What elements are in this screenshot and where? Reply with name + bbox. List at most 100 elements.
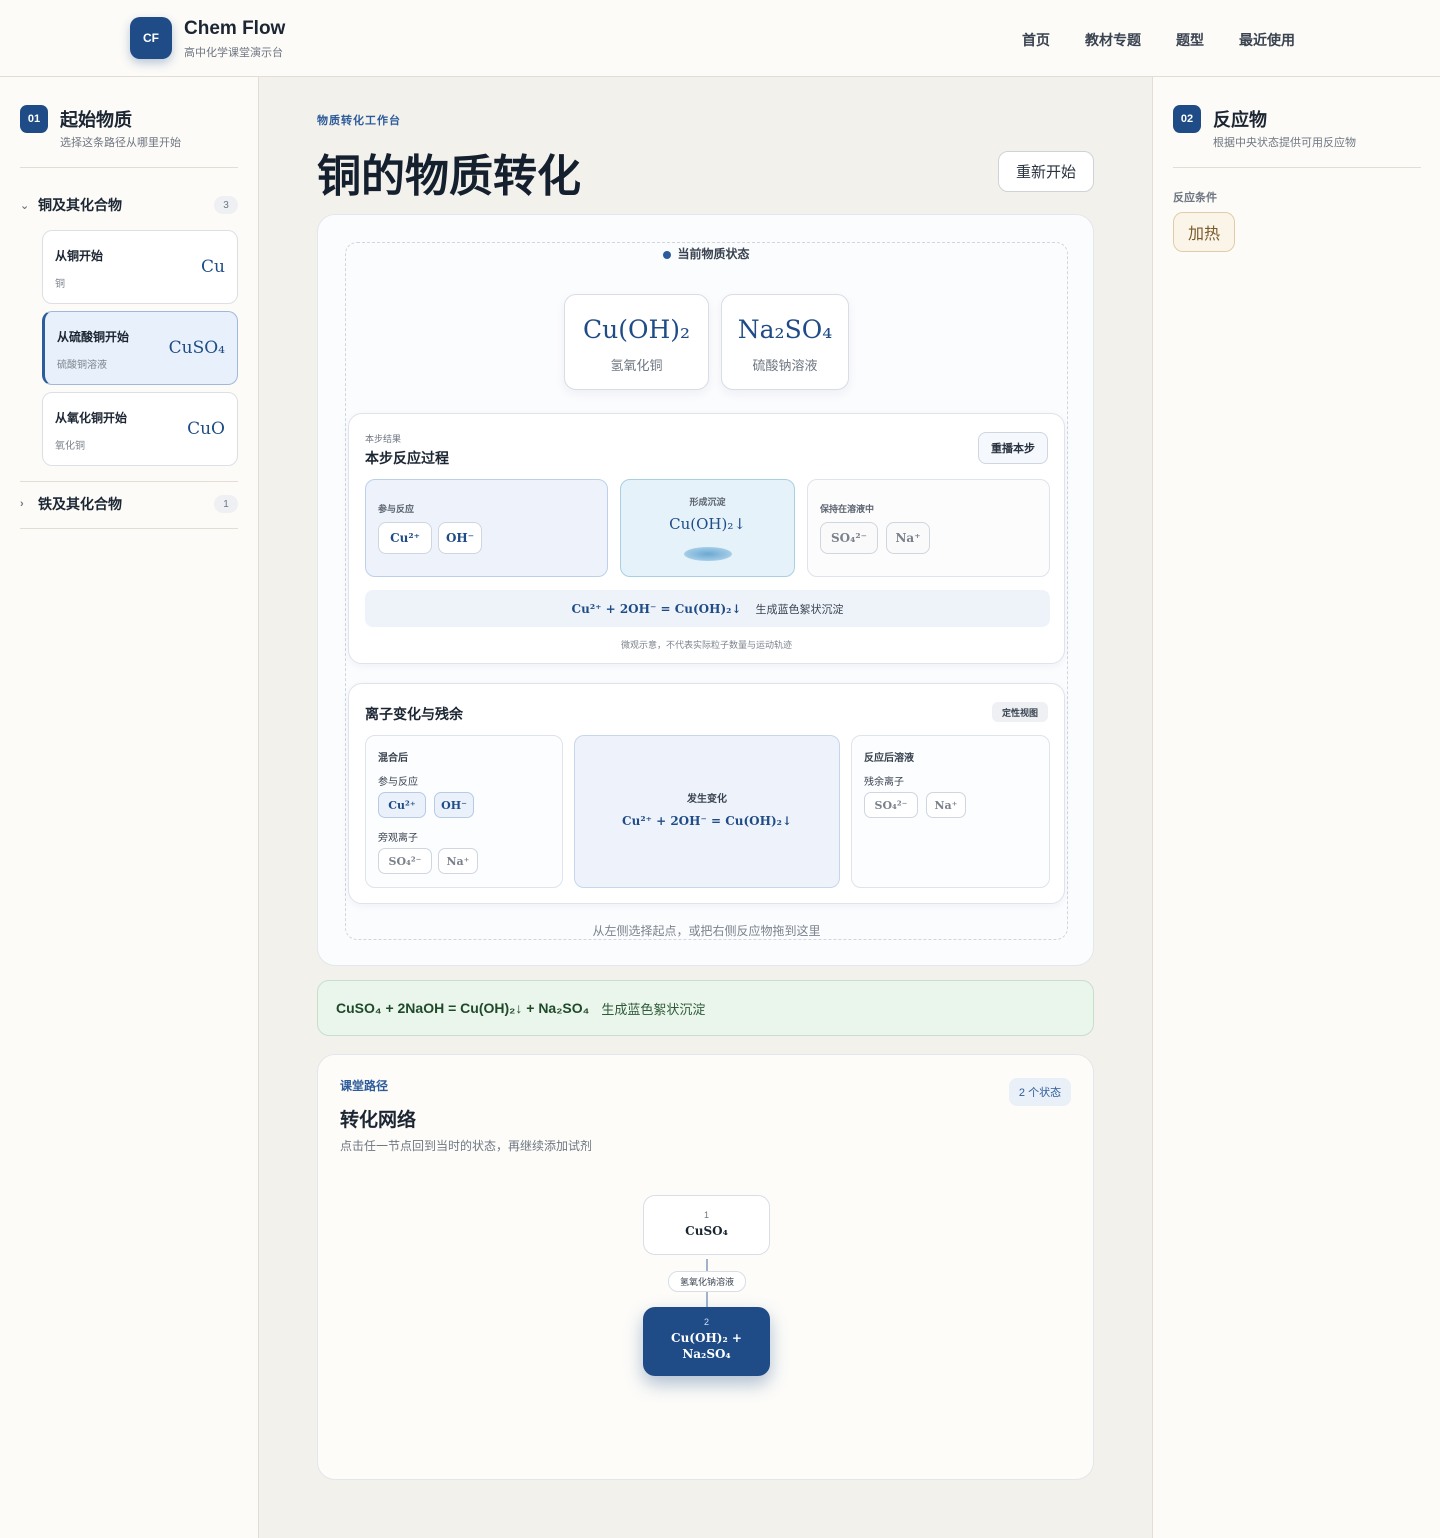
ion-na-plus: Na⁺ xyxy=(926,792,966,818)
current-state-label: 当前物质状态 xyxy=(346,245,1067,262)
divider xyxy=(20,481,238,482)
start-card-cu[interactable]: 从铜开始 铜 Cu xyxy=(42,230,238,304)
starting-material-panel: 01 起始物质 选择这条路径从哪里开始 ⌄ 铜及其化合物 3 从铜开始 铜 Cu… xyxy=(0,77,259,1538)
ionic-equation: Cu²⁺ + 2OH⁻ = Cu(OH)₂↓ xyxy=(571,601,742,616)
step-badge: 01 xyxy=(20,105,48,133)
chevron-right-icon: › xyxy=(20,498,24,510)
ion-change-box: 离子变化与残余 定性视图 混合后 参与反应 Cu²⁺ OH⁻ 旁观离子 SO₄²… xyxy=(348,683,1065,904)
col-label: 反应后溶液 xyxy=(864,753,914,764)
node-formula: Cu(OH)₂ + xyxy=(671,1331,742,1345)
nav-question-types[interactable]: 题型 xyxy=(1176,30,1204,50)
start-card-formula: CuSO₄ xyxy=(168,338,225,358)
start-card-title: 从氧化铜开始 xyxy=(55,411,128,425)
overall-equation-note: 生成蓝色絮状沉淀 xyxy=(601,1001,706,1017)
reaction-process-box: 本步结果 本步反应过程 重播本步 参与反应 Cu²⁺ OH⁻ 形成沉淀 Cu(O… xyxy=(348,413,1065,664)
chevron-down-icon: ⌄ xyxy=(20,199,30,212)
group-copy-compounds[interactable]: ⌄ 铜及其化合物 3 xyxy=(20,195,238,215)
change-equation: Cu²⁺ + 2OH⁻ = Cu(OH)₂↓ xyxy=(622,814,792,828)
remaining-ions-pane: 保持在溶液中 SO₄²⁻ Na⁺ xyxy=(807,479,1050,577)
col-sublabel: 残余离子 xyxy=(864,777,904,788)
micro-note: 微观示意，不代表实际粒子数量与运动轨迹 xyxy=(620,640,792,650)
pane-label: 参与反应 xyxy=(378,504,415,514)
state-label-text: 当前物质状态 xyxy=(677,247,750,261)
edge-label: 氢氧化钠溶液 xyxy=(668,1271,746,1292)
step-badge: 02 xyxy=(1173,105,1201,133)
ion-so4: SO₄²⁻ xyxy=(378,848,432,874)
replay-step-button[interactable]: 重播本步 xyxy=(978,432,1048,464)
node-formula: CuSO₄ xyxy=(685,1224,728,1238)
app-logo[interactable]: CF xyxy=(130,17,172,59)
change-column: 发生变化 Cu²⁺ + 2OH⁻ = Cu(OH)₂↓ xyxy=(574,735,840,888)
start-card-cuso4[interactable]: 从硫酸铜开始 硫酸铜溶液 CuSO₄ xyxy=(42,311,238,385)
nav-home[interactable]: 首页 xyxy=(1022,30,1050,50)
panel-title: 起始物质 xyxy=(60,110,132,130)
mixed-column: 混合后 参与反应 Cu²⁺ OH⁻ 旁观离子 SO₄²⁻ Na⁺ xyxy=(365,735,563,888)
start-card-title: 从铜开始 xyxy=(55,249,104,263)
app-name: Chem Flow xyxy=(184,18,286,39)
ion-so4: SO₄²⁻ xyxy=(820,522,878,554)
substance-name: 氢氧化铜 xyxy=(610,358,663,373)
panel-title: 反应物 xyxy=(1213,110,1267,130)
process-title: 本步反应过程 xyxy=(365,450,449,466)
state-dot-icon xyxy=(663,250,672,259)
node-number: 2 xyxy=(703,1317,709,1327)
precipitate-pane: 形成沉淀 Cu(OH)₂↓ xyxy=(620,479,795,577)
col-sublabel: 参与反应 xyxy=(378,777,418,788)
network-node-1[interactable]: 1 CuSO₄ xyxy=(643,1195,770,1255)
start-card-sub: 硫酸铜溶液 xyxy=(57,360,107,371)
start-card-title: 从硫酸铜开始 xyxy=(57,330,130,344)
divider xyxy=(20,167,238,168)
network-kicker: 课堂路径 xyxy=(340,1079,389,1093)
workbench-kicker: 物质转化工作台 xyxy=(317,115,401,127)
start-card-formula: Cu xyxy=(201,257,225,277)
condition-label: 反应条件 xyxy=(1173,192,1217,204)
divider xyxy=(20,528,238,529)
substance-formula: Na₂SO₄ xyxy=(737,315,833,344)
pane-label: 形成沉淀 xyxy=(689,497,726,507)
ion-oh-minus: OH⁻ xyxy=(438,522,482,554)
group-iron-compounds[interactable]: › 铁及其化合物 1 xyxy=(20,494,238,514)
ion-oh-minus: OH⁻ xyxy=(434,792,474,818)
divider xyxy=(1173,167,1421,168)
col-label: 发生变化 xyxy=(687,794,727,805)
precipitate-formula: Cu(OH)₂↓ xyxy=(669,515,746,533)
substance-formula: Cu(OH)₂ xyxy=(582,315,691,344)
network-edge xyxy=(706,1292,708,1307)
ion-cu2plus: Cu²⁺ xyxy=(378,522,432,554)
group-count-badge: 1 xyxy=(214,495,238,513)
start-card-sub: 氧化铜 xyxy=(55,441,85,452)
after-column: 反应后溶液 残余离子 SO₄²⁻ Na⁺ xyxy=(851,735,1050,888)
group-label: 铁及其化合物 xyxy=(38,496,122,512)
restart-button[interactable]: 重新开始 xyxy=(998,151,1094,192)
nav-recent[interactable]: 最近使用 xyxy=(1239,30,1295,50)
node-number: 1 xyxy=(703,1210,709,1220)
pane-label: 保持在溶液中 xyxy=(820,504,875,514)
ionic-equation-note: 生成蓝色絮状沉淀 xyxy=(755,603,844,616)
network-node-2[interactable]: 2 Cu(OH)₂ + Na₂SO₄ xyxy=(643,1307,770,1376)
network-subtitle: 点击任一节点回到当时的状态，再继续添加试剂 xyxy=(340,1139,593,1153)
drop-zone[interactable]: 当前物质状态 Cu(OH)₂ 氢氧化铜 Na₂SO₄ 硫酸钠溶液 本步结果 本步… xyxy=(345,242,1068,940)
ion-na-plus: Na⁺ xyxy=(886,522,930,554)
overall-equation: CuSO₄ + 2NaOH = Cu(OH)₂↓ + Na₂SO₄ xyxy=(336,1000,590,1016)
group-label: 铜及其化合物 xyxy=(38,197,122,213)
panel-subtitle: 根据中央状态提供可用反应物 xyxy=(1213,137,1356,149)
col-sublabel: 旁观离子 xyxy=(378,833,418,844)
reacting-ions-pane: 参与反应 Cu²⁺ OH⁻ xyxy=(365,479,608,577)
ion-so4: SO₄²⁻ xyxy=(864,792,918,818)
reactant-panel: 02 反应物 根据中央状态提供可用反应物 反应条件 加热 xyxy=(1152,77,1440,1538)
ion-cu2plus: Cu²⁺ xyxy=(378,792,426,818)
qualitative-view-tag: 定性视图 xyxy=(992,702,1048,722)
start-card-sub: 铜 xyxy=(55,279,65,290)
group-count-badge: 3 xyxy=(214,196,238,214)
network-edge xyxy=(706,1259,708,1271)
overall-equation-banner: CuSO₄ + 2NaOH = Cu(OH)₂↓ + Na₂SO₄ 生成蓝色絮状… xyxy=(317,980,1094,1036)
state-count-badge: 2 个状态 xyxy=(1009,1078,1071,1106)
nav-textbook-topics[interactable]: 教材专题 xyxy=(1085,30,1141,50)
substance-card-cuoh2[interactable]: Cu(OH)₂ 氢氧化铜 xyxy=(564,294,709,390)
condition-heat-chip[interactable]: 加热 xyxy=(1173,212,1235,252)
start-card-cuo[interactable]: 从氧化铜开始 氧化铜 CuO xyxy=(42,392,238,466)
transformation-network: 课堂路径 转化网络 点击任一节点回到当时的状态，再继续添加试剂 2 个状态 1 … xyxy=(317,1054,1094,1480)
workbench: 当前物质状态 Cu(OH)₂ 氢氧化铜 Na₂SO₄ 硫酸钠溶液 本步结果 本步… xyxy=(317,214,1094,966)
process-kicker: 本步结果 xyxy=(365,434,402,444)
substance-card-na2so4[interactable]: Na₂SO₄ 硫酸钠溶液 xyxy=(721,294,849,390)
